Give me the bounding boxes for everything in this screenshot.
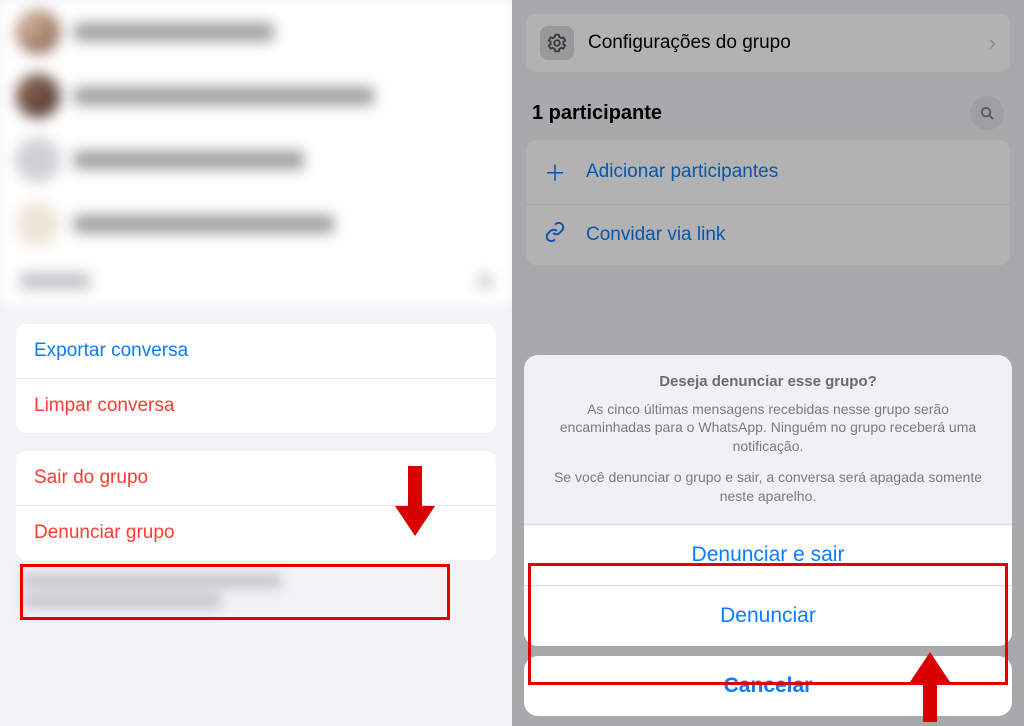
- participant-name-blurred: [74, 23, 274, 41]
- group-meta-blurred: [0, 560, 512, 628]
- conversation-actions-card: Exportar conversa Limpar conversa: [16, 324, 496, 433]
- avatar: [16, 10, 60, 54]
- avatar: [16, 74, 60, 118]
- action-sheet-header: Deseja denunciar esse grupo? As cinco úl…: [524, 355, 1012, 524]
- participant-name-blurred: [74, 215, 334, 233]
- sheet-title: Deseja denunciar esse grupo?: [544, 373, 992, 390]
- see-more-row[interactable]: [0, 256, 512, 306]
- report-and-leave-button[interactable]: Denunciar e sair: [524, 524, 1012, 585]
- avatar: [16, 202, 60, 246]
- report-button[interactable]: Denunciar: [524, 585, 1012, 646]
- report-group-button[interactable]: Denunciar grupo: [16, 505, 496, 560]
- clear-conversation-button[interactable]: Limpar conversa: [16, 378, 496, 433]
- blurred-participants-list: [0, 0, 512, 306]
- sheet-message-1: As cinco últimas mensagens recebidas nes…: [544, 400, 992, 457]
- left-screenshot: Exportar conversa Limpar conversa Sair d…: [0, 0, 512, 726]
- participant-row: [0, 128, 512, 192]
- action-sheet: Deseja denunciar esse grupo? As cinco úl…: [524, 355, 1012, 716]
- leave-group-button[interactable]: Sair do grupo: [16, 451, 496, 505]
- participant-row: [0, 192, 512, 256]
- sheet-message-2: Se você denunciar o grupo e sair, a conv…: [544, 468, 992, 506]
- right-screenshot: Configurações do grupo › 1 participante …: [512, 0, 1024, 726]
- cancel-button[interactable]: Cancelar: [524, 656, 1012, 716]
- avatar: [16, 138, 60, 182]
- export-conversation-button[interactable]: Exportar conversa: [16, 324, 496, 378]
- participant-row: [0, 64, 512, 128]
- group-actions-card: Sair do grupo Denunciar grupo: [16, 451, 496, 560]
- participant-name-blurred: [74, 151, 304, 169]
- participant-row: [0, 0, 512, 64]
- action-sheet-body: Deseja denunciar esse grupo? As cinco úl…: [524, 355, 1012, 646]
- participant-name-blurred: [74, 87, 374, 105]
